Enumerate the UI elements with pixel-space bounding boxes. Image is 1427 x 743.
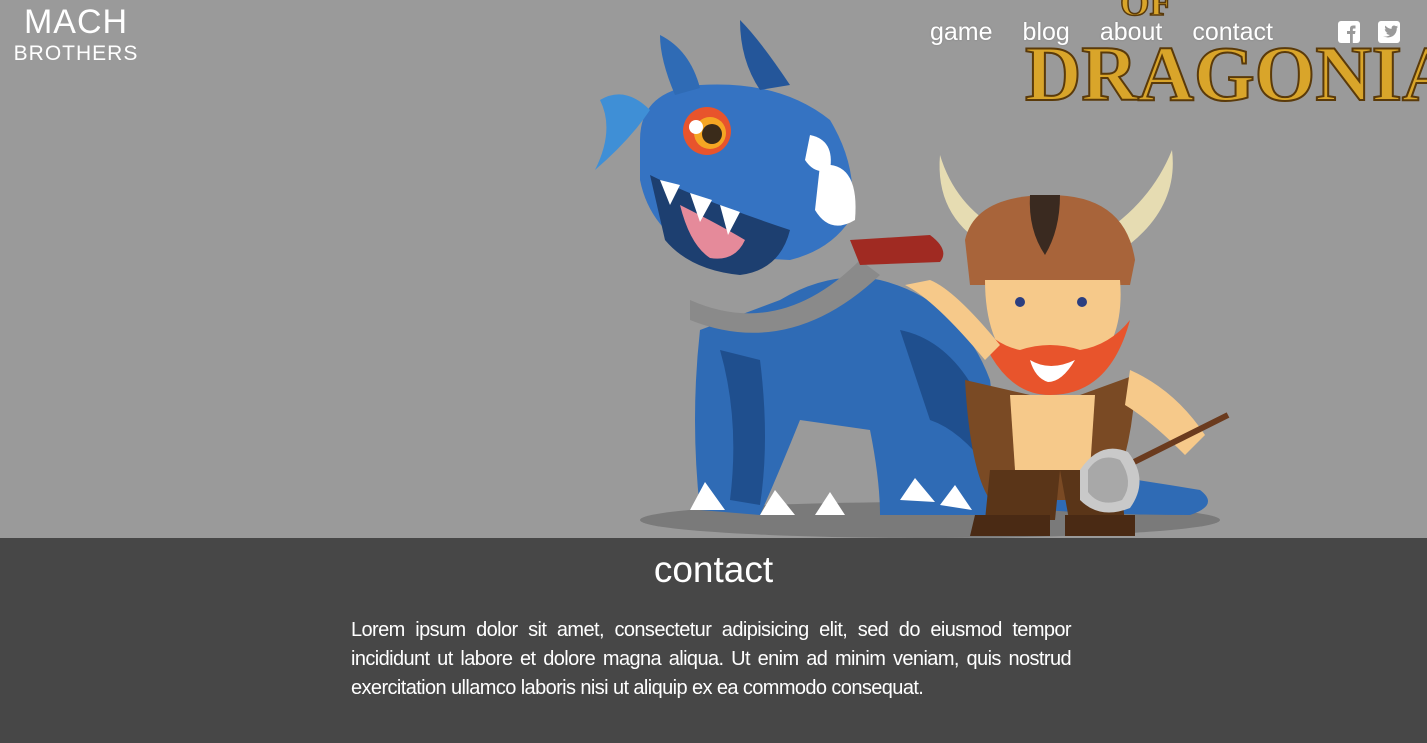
brand-logo-bottom: BROTHERS: [13, 42, 139, 65]
hero-banner: OF DRAGONIA MACH BROTHERS game blog abou…: [0, 0, 1427, 538]
contact-section: contact Lorem ipsum dolor sit amet, cons…: [0, 538, 1427, 743]
nav-link-blog[interactable]: blog: [1023, 14, 1070, 50]
contact-body-text: Lorem ipsum dolor sit amet, consectetur …: [351, 619, 1072, 699]
nav-link-contact[interactable]: contact: [1192, 14, 1273, 50]
facebook-icon[interactable]: [1338, 21, 1360, 43]
page-title: contact: [653, 549, 774, 590]
social-links: [1338, 21, 1418, 43]
nav-link-game[interactable]: game: [930, 14, 993, 50]
hero-illustration: OF DRAGONIA: [595, 0, 1427, 538]
main-nav: game blog about contact: [930, 14, 1303, 50]
brand-logo[interactable]: MACH BROTHERS: [8, 2, 148, 68]
nav-link-about[interactable]: about: [1100, 14, 1163, 50]
twitter-icon[interactable]: [1378, 21, 1400, 43]
brand-logo-top: MACH: [23, 3, 129, 41]
